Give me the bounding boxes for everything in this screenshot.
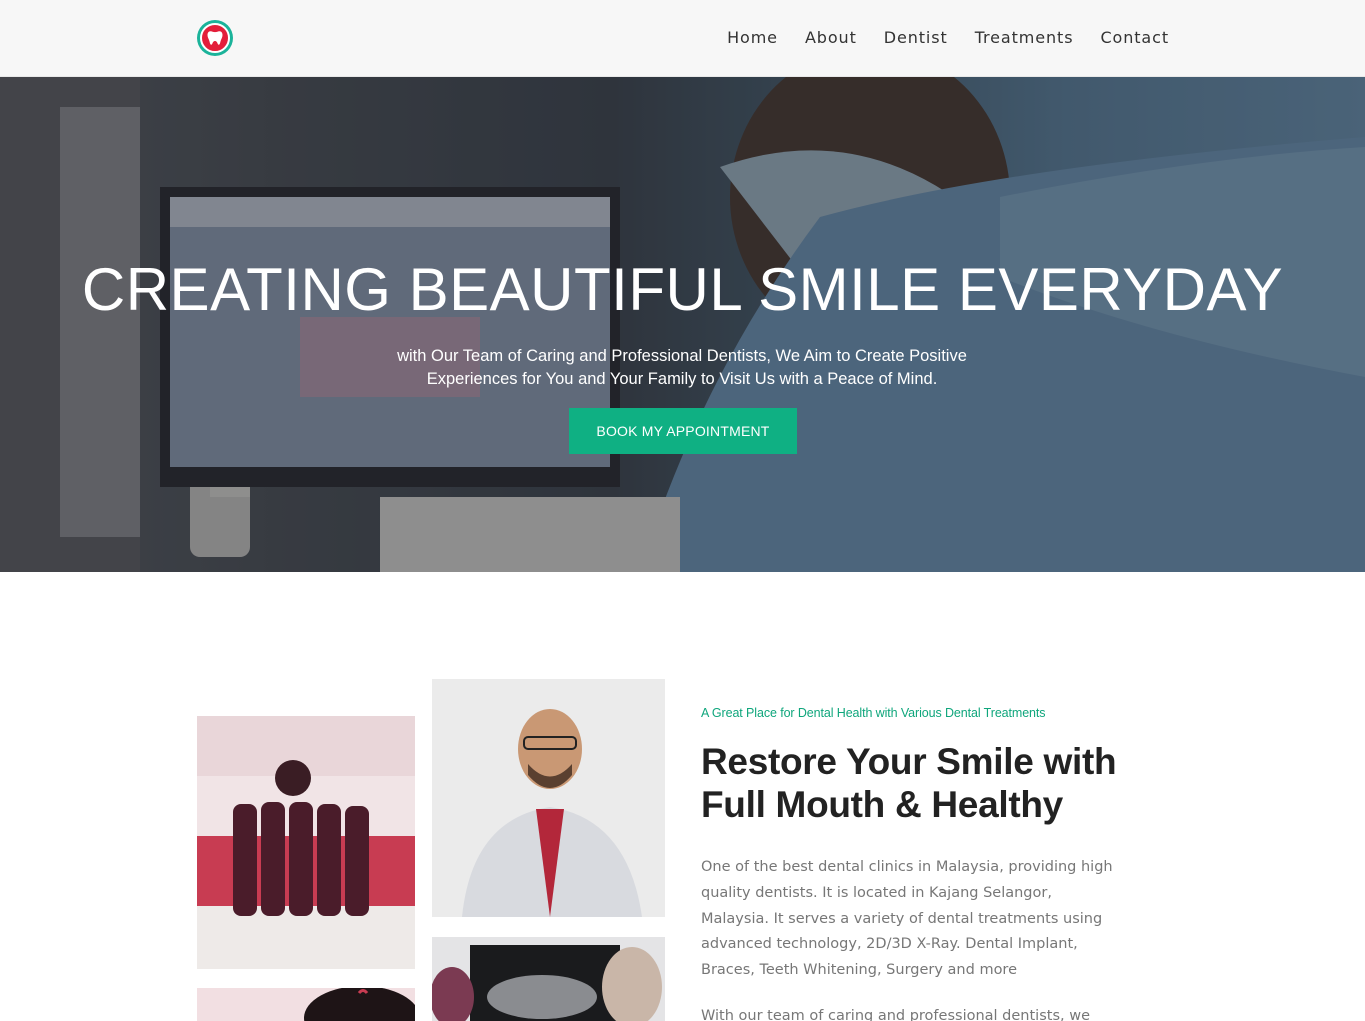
tooth-logo-icon[interactable] xyxy=(197,20,233,56)
doctor-photo xyxy=(432,679,665,917)
nav-contact[interactable]: Contact xyxy=(1100,28,1169,47)
about-paragraph: One of the best dental clinics in Malays… xyxy=(701,859,1113,979)
about-heading: Restore Your Smile with Full Mouth & Hea… xyxy=(701,741,1117,825)
hero-subtitle: with Our Team of Caring and Professional… xyxy=(397,347,967,388)
about-tagline: A Great Place for Dental Health with Var… xyxy=(701,706,1046,720)
nav-about[interactable]: About xyxy=(805,28,857,47)
hero-banner: CREATING BEAUTIFUL SMILE EVERYDAY with O… xyxy=(0,77,1365,572)
site-header: Home About Dentist Treatments Contact xyxy=(0,0,1365,77)
xray-photo xyxy=(432,937,665,1021)
nav-home[interactable]: Home xyxy=(727,28,778,47)
main-nav: Home About Dentist Treatments Contact xyxy=(727,28,1169,47)
nav-treatments[interactable]: Treatments xyxy=(975,28,1074,47)
nav-dentist[interactable]: Dentist xyxy=(884,28,948,47)
about-paragraph-2: With our team of caring and professional… xyxy=(701,1008,1091,1021)
book-appointment-button[interactable]: BOOK MY APPOINTMENT xyxy=(569,408,797,454)
team-photo xyxy=(197,716,415,969)
hero-title: CREATING BEAUTIFUL SMILE EVERYDAY xyxy=(81,256,1284,323)
clinic-photo xyxy=(197,988,415,1021)
